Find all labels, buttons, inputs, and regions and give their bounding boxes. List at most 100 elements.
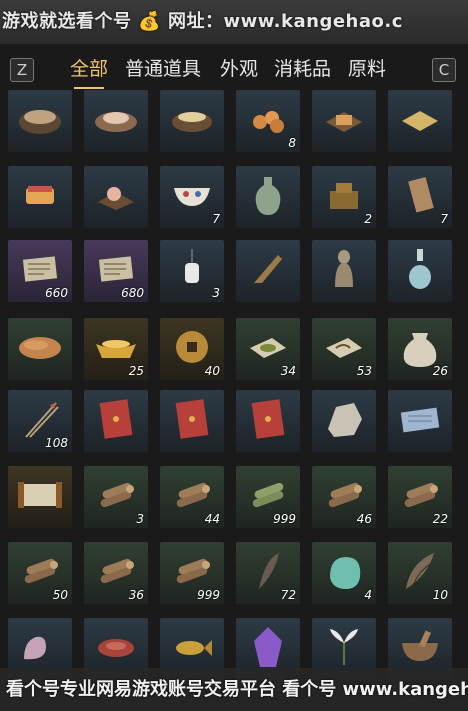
inventory-slot[interactable] [236, 390, 300, 452]
inventory-slot[interactable]: 3 [84, 466, 148, 528]
inventory-slot[interactable]: 72 [236, 542, 300, 604]
inventory-slot[interactable]: 34 [236, 318, 300, 380]
herb-icon [324, 625, 364, 673]
letter-icon [94, 252, 138, 290]
soup-bowl-icon [169, 104, 215, 138]
paper-item-icon [322, 332, 366, 366]
item-count: 660 [45, 286, 68, 300]
item-count: 8 [288, 136, 296, 150]
next-tab-key[interactable]: C [432, 58, 456, 82]
inventory-slot[interactable]: 4 [312, 542, 376, 604]
tab-all[interactable]: 全部 [70, 54, 108, 89]
dumplings-icon [94, 178, 138, 216]
item-count: 26 [432, 364, 448, 378]
inventory-slot[interactable] [388, 90, 452, 152]
inventory-slot[interactable] [312, 90, 376, 152]
item-count: 44 [204, 512, 220, 526]
inventory-slot[interactable]: 3 [160, 240, 224, 302]
inventory-slot[interactable] [84, 166, 148, 228]
inventory-slot[interactable]: 680 [84, 240, 148, 302]
inventory-slot[interactable] [8, 90, 72, 152]
herb-powder-icon [246, 332, 290, 366]
feather-icon [253, 549, 283, 597]
inventory-slot[interactable]: 999 [236, 466, 300, 528]
tab-materials[interactable]: 原料 [348, 54, 386, 81]
inventory-slot[interactable]: 50 [8, 542, 72, 604]
inventory-slot[interactable] [312, 390, 376, 452]
prev-tab-key[interactable]: Z [10, 58, 34, 82]
inventory-slot[interactable]: 46 [312, 466, 376, 528]
inventory-grid: 8 7 2 7 660 680 3 25 40 34 53 26 108 3 44 999 46 22 50 36 99… [0, 90, 468, 711]
tab-consumables[interactable]: 消耗品 [274, 54, 331, 81]
inventory-slot[interactable]: 26 [388, 318, 452, 380]
inventory-slot[interactable]: 7 [388, 166, 452, 228]
logs-icon [18, 555, 62, 591]
inventory-slot[interactable]: 25 [84, 318, 148, 380]
mortar-icon [398, 629, 442, 669]
watermark-bottom: 看个号专业网易游戏账号交易平台 看个号 www.kangehao.com [0, 668, 468, 711]
inventory-slot[interactable] [236, 166, 300, 228]
item-count: 34 [280, 364, 296, 378]
inventory-slot[interactable] [8, 166, 72, 228]
item-count: 10 [432, 588, 448, 602]
item-count: 50 [52, 588, 68, 602]
item-count: 72 [280, 588, 296, 602]
inventory-slot[interactable] [8, 466, 72, 528]
tab-normal-items[interactable]: 普通道具 [125, 54, 201, 81]
bottle-icon [406, 247, 434, 295]
item-count: 53 [356, 364, 372, 378]
inventory-slot[interactable] [388, 390, 452, 452]
cake-icon [398, 105, 442, 137]
inventory-slot[interactable]: 36 [84, 542, 148, 604]
tofu-plate-icon [322, 104, 366, 138]
fish-icon [170, 632, 214, 666]
ink-stone-icon [324, 177, 364, 217]
inventory-slot[interactable] [160, 390, 224, 452]
red-envelope-icon [174, 397, 210, 445]
inventory-slot[interactable]: 40 [160, 318, 224, 380]
inventory-slot[interactable]: 108 [8, 390, 72, 452]
item-count: 22 [432, 512, 448, 526]
inventory-slot[interactable]: 999 [160, 542, 224, 604]
pastry-icon [18, 178, 62, 216]
item-count: 999 [197, 588, 220, 602]
lantern-icon [180, 247, 204, 295]
tab-appearance[interactable]: 外观 [220, 54, 258, 81]
inventory-slot[interactable]: 10 [388, 542, 452, 604]
inventory-slot[interactable]: 44 [160, 466, 224, 528]
logs-icon [322, 479, 366, 515]
inventory-slot[interactable]: 660 [8, 240, 72, 302]
inventory-slot[interactable]: 22 [388, 466, 452, 528]
bamboo-icon [246, 479, 290, 515]
logs-icon [170, 479, 214, 515]
inventory-slot[interactable] [236, 240, 300, 302]
logs-icon [398, 479, 442, 515]
tablet-icon [402, 175, 438, 219]
inventory-slot[interactable]: 8 [236, 90, 300, 152]
inventory-slot[interactable] [388, 240, 452, 302]
inventory-slot[interactable] [84, 90, 148, 152]
item-count: 680 [121, 286, 144, 300]
inventory-slot[interactable] [84, 390, 148, 452]
logs-icon [94, 479, 138, 515]
stew-pot-icon [17, 102, 63, 140]
inventory-slot[interactable]: 7 [160, 166, 224, 228]
item-count: 3 [212, 286, 220, 300]
inventory-slot[interactable]: 2 [312, 166, 376, 228]
watermark-top: 游戏就选看个号 💰 网址：www.kangehao.c [0, 0, 468, 44]
inventory-slot[interactable] [160, 90, 224, 152]
inventory-slot[interactable] [8, 318, 72, 380]
logs-icon [94, 555, 138, 591]
jade-icon [322, 551, 366, 595]
porcelain-bowl-icon [170, 180, 214, 214]
item-count: 7 [212, 212, 220, 226]
letter-icon [18, 252, 62, 290]
crystal-icon [250, 625, 286, 673]
item-count: 108 [45, 436, 68, 450]
inventory-slot[interactable] [312, 240, 376, 302]
inventory-slot[interactable]: 53 [312, 318, 376, 380]
item-count: 3 [136, 512, 144, 526]
ore-icon [322, 399, 366, 443]
item-count: 36 [128, 588, 144, 602]
vase-icon [253, 173, 283, 221]
